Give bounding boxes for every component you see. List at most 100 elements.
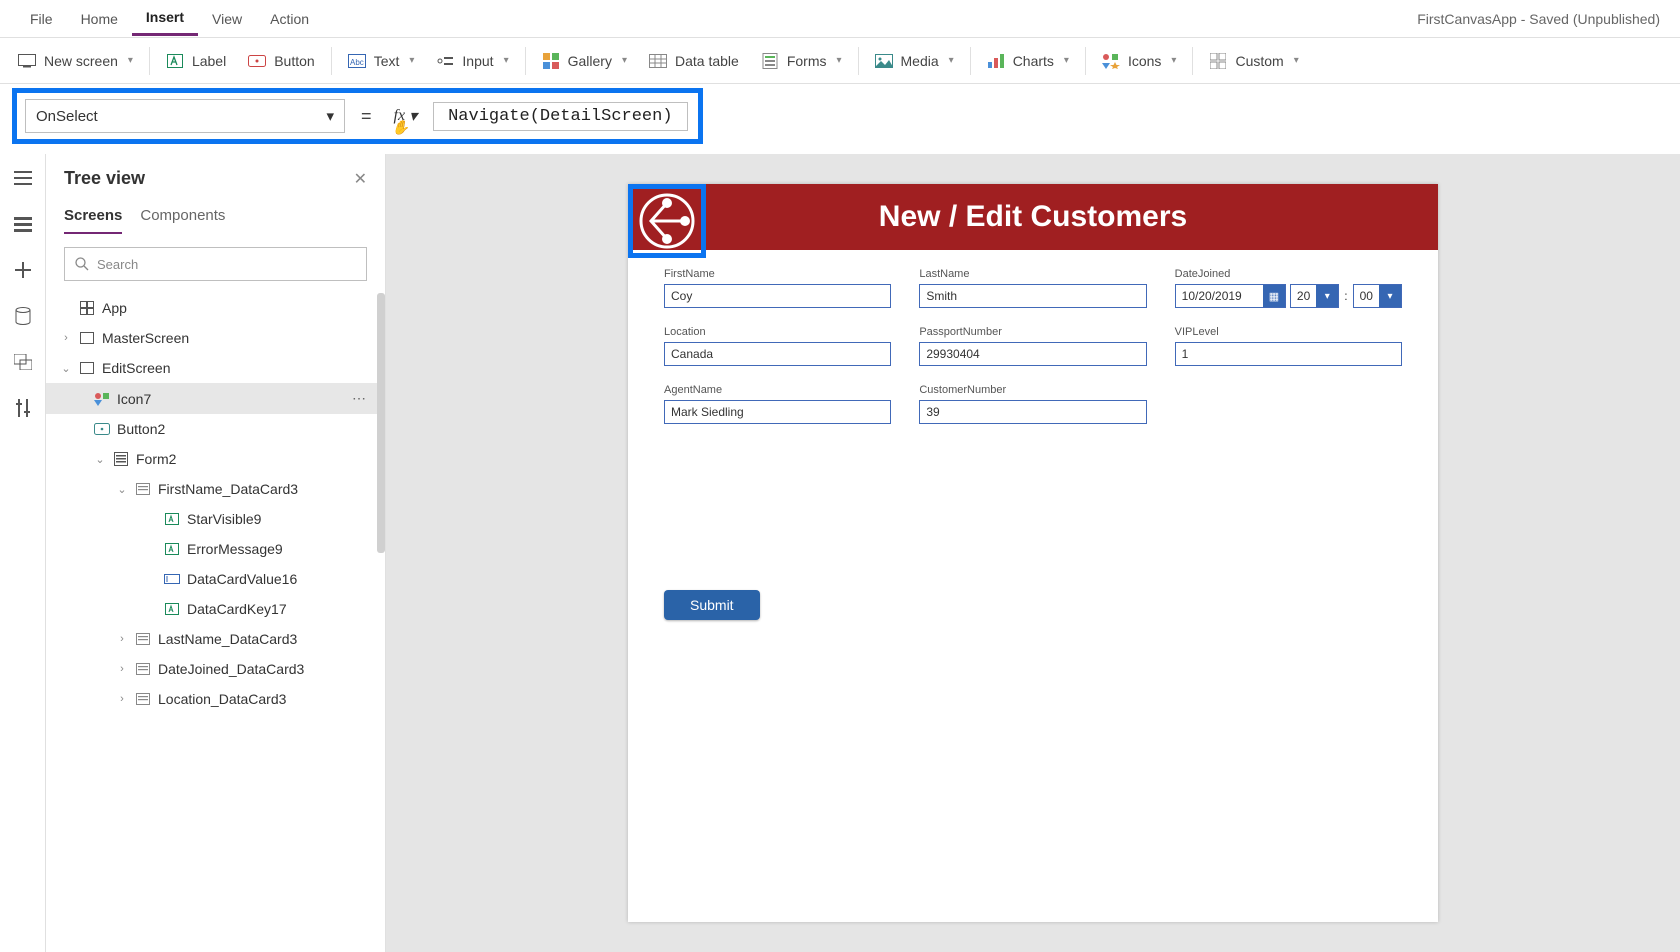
- input-viplevel[interactable]: [1175, 342, 1402, 366]
- tab-screens[interactable]: Screens: [64, 201, 122, 234]
- data-icon[interactable]: [9, 302, 37, 330]
- chevron-down-icon: ▾: [836, 55, 841, 66]
- tree-node-app[interactable]: App: [46, 293, 385, 323]
- tree-node-firstname-datacard[interactable]: ⌄ FirstName_DataCard3: [46, 474, 385, 504]
- fx-button[interactable]: fx ▾ ✋: [388, 106, 424, 126]
- datepicker-datejoined[interactable]: 10/20/2019 ▦: [1175, 284, 1286, 308]
- input-lastname[interactable]: [919, 284, 1146, 308]
- data-table-button[interactable]: Data table: [639, 46, 749, 76]
- field-location: Location: [664, 326, 891, 366]
- media-rail-icon[interactable]: [9, 348, 37, 376]
- form-area: FirstName LastName DateJoined 10/20/2019…: [628, 250, 1438, 442]
- input-agentname[interactable]: [664, 400, 891, 424]
- tree-node-editscreen[interactable]: ⌄ EditScreen: [46, 353, 385, 383]
- chevron-down-icon: ▾: [1379, 285, 1401, 307]
- datacard-icon: [135, 691, 151, 707]
- input-icon: [436, 52, 454, 70]
- chevron-down-icon: ▾: [1316, 285, 1338, 307]
- text-icon: Abc: [348, 52, 366, 70]
- scrollbar[interactable]: [377, 293, 385, 553]
- tree-node-form2[interactable]: ⌄ Form2: [46, 444, 385, 474]
- canvas-screen: New / Edit Customers FirstName LastName …: [628, 184, 1438, 922]
- ribbon-toolbar: New screen▾ Label Button Abc Text▾ Input…: [0, 38, 1680, 84]
- search-input[interactable]: Search: [64, 247, 367, 281]
- chevron-down-icon: ▾: [409, 106, 417, 126]
- menu-file[interactable]: File: [16, 3, 67, 35]
- formula-input[interactable]: Navigate(DetailScreen): [433, 102, 687, 131]
- tree-node-starvisible9[interactable]: StarVisible9: [46, 504, 385, 534]
- tree-node-button2[interactable]: Button2: [46, 414, 385, 444]
- media-icon: [875, 52, 893, 70]
- svg-text:Abc: Abc: [350, 58, 364, 67]
- tree-node-errormessage9[interactable]: ErrorMessage9: [46, 534, 385, 564]
- chevron-down-icon: ▾: [1294, 55, 1299, 66]
- input-button[interactable]: Input▾: [426, 46, 518, 76]
- insert-icon[interactable]: [9, 256, 37, 284]
- property-dropdown[interactable]: OnSelect ▾: [25, 99, 345, 133]
- button-button[interactable]: Button: [238, 46, 324, 76]
- back-arrow-icon: [639, 193, 695, 249]
- chevron-down-icon: ▾: [409, 55, 414, 66]
- field-datejoined: DateJoined 10/20/2019 ▦ 20 ▾ : 00: [1175, 268, 1402, 308]
- chevron-down-icon: ▾: [326, 107, 334, 125]
- forms-button[interactable]: Forms▾: [751, 46, 852, 76]
- search-placeholder: Search: [97, 257, 138, 272]
- charts-button[interactable]: Charts▾: [977, 46, 1079, 76]
- tree-node-icon7[interactable]: Icon7 ⋯: [46, 383, 385, 414]
- label-icon: [164, 541, 180, 557]
- field-passport: PassportNumber: [919, 326, 1146, 366]
- formula-bar-area: OnSelect ▾ = fx ▾ ✋ Navigate(DetailScree…: [0, 84, 1680, 154]
- tab-components[interactable]: Components: [140, 201, 225, 234]
- canvas-area: New / Edit Customers FirstName LastName …: [386, 154, 1680, 952]
- chevron-down-icon: ▾: [128, 55, 133, 66]
- more-icon[interactable]: ⋯: [352, 390, 367, 407]
- shapes-icon: [94, 391, 110, 407]
- form-icon: [113, 451, 129, 467]
- menu-insert[interactable]: Insert: [132, 1, 198, 36]
- submit-button[interactable]: Submit: [664, 590, 760, 620]
- menu-home[interactable]: Home: [67, 3, 132, 35]
- field-viplevel: VIPLevel: [1175, 326, 1402, 366]
- time-colon: :: [1343, 289, 1348, 303]
- icons-button[interactable]: Icons▾: [1092, 46, 1187, 76]
- screen-header: New / Edit Customers: [628, 184, 1438, 250]
- input-location[interactable]: [664, 342, 891, 366]
- new-screen-button[interactable]: New screen▾: [8, 46, 143, 76]
- input-firstname[interactable]: [664, 284, 891, 308]
- label-icon: [166, 52, 184, 70]
- close-icon[interactable]: ✕: [354, 169, 367, 189]
- label-button[interactable]: Label: [156, 46, 236, 76]
- label-datejoined: DateJoined: [1175, 268, 1402, 280]
- custom-button[interactable]: Custom▾: [1199, 46, 1308, 76]
- tree-view-panel: Tree view ✕ Screens Components Search Ap…: [46, 154, 386, 952]
- tree-node-location-datacard[interactable]: › Location_DataCard3: [46, 684, 385, 714]
- label-firstname: FirstName: [664, 268, 891, 280]
- custom-icon: [1209, 52, 1227, 70]
- tree-node-datacardkey17[interactable]: DataCardKey17: [46, 594, 385, 624]
- label-icon: [164, 601, 180, 617]
- tools-icon[interactable]: [9, 394, 37, 422]
- hour-dropdown[interactable]: 20 ▾: [1290, 284, 1339, 308]
- menu-action[interactable]: Action: [256, 3, 323, 35]
- equals-sign: =: [355, 106, 378, 127]
- label-customernumber: CustomerNumber: [919, 384, 1146, 396]
- screen-icon: [79, 330, 95, 346]
- tree-node-datacardvalue16[interactable]: DataCardValue16: [46, 564, 385, 594]
- tree-view-icon[interactable]: [9, 210, 37, 238]
- input-passport[interactable]: [919, 342, 1146, 366]
- text-button[interactable]: Abc Text▾: [338, 46, 425, 76]
- tree-node-lastname-datacard[interactable]: › LastName_DataCard3: [46, 624, 385, 654]
- tree-node-datejoined-datacard[interactable]: › DateJoined_DataCard3: [46, 654, 385, 684]
- screen-icon: [18, 52, 36, 70]
- media-button[interactable]: Media▾: [865, 46, 964, 76]
- minute-dropdown[interactable]: 00 ▾: [1353, 284, 1402, 308]
- main-area: Tree view ✕ Screens Components Search Ap…: [0, 154, 1680, 952]
- input-customernumber[interactable]: [919, 400, 1146, 424]
- formula-bar-highlight: OnSelect ▾ = fx ▾ ✋ Navigate(DetailScree…: [12, 88, 703, 144]
- tree-node-masterscreen[interactable]: › MasterScreen: [46, 323, 385, 353]
- hamburger-icon[interactable]: [9, 164, 37, 192]
- menu-view[interactable]: View: [198, 3, 256, 35]
- chevron-down-icon: ▾: [622, 55, 627, 66]
- gallery-button[interactable]: Gallery▾: [532, 46, 637, 76]
- back-icon-selected[interactable]: [628, 184, 706, 258]
